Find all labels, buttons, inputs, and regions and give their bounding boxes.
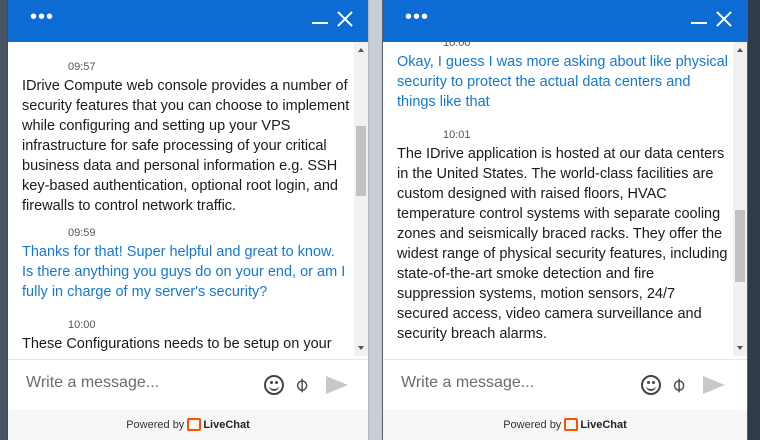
three-dots-icon[interactable]: ••• [405,7,429,27]
message-text: Okay, I guess I was more asking about li… [397,54,728,110]
message-text: Thanks for that! Super helpful and great… [22,244,346,300]
scroll-down-icon[interactable] [737,346,743,350]
send-icon[interactable] [326,376,348,394]
livechat-logo-icon [187,418,202,431]
close-icon[interactable] [715,10,733,28]
message: 09:57 IDrive Compute web console provide… [22,60,350,216]
minimize-icon[interactable] [691,10,707,24]
message-time: 09:57 [68,61,96,73]
message-text: The IDrive application is hosted at our … [397,146,728,342]
scrollbar-thumb[interactable] [356,126,366,196]
message-text: IDrive Compute web console provides a nu… [22,78,350,214]
powered-by-text: Powered by [503,419,562,431]
powered-by-text: Powered by [126,419,185,431]
scrollbar[interactable] [354,42,368,356]
message-list[interactable]: 10:00 Okay, I guess I was more asking ab… [383,42,733,356]
message-composer: Write a message... ⌀ [8,359,368,410]
message: 10:00 Okay, I guess I was more asking ab… [397,42,729,112]
emoji-icon[interactable] [264,375,284,395]
background-strip [748,0,760,440]
message: 10:01 The IDrive application is hosted a… [397,128,729,344]
brand-name: LiveChat [203,419,250,431]
message-time: 10:01 [443,129,471,141]
chat-widget-right: ••• 10:00 Okay, I guess I was more askin… [383,0,747,440]
close-icon[interactable] [336,10,354,28]
scrollbar[interactable] [733,42,747,356]
message: 10:00 These Configurations needs to be s… [22,318,350,354]
three-dots-icon[interactable]: ••• [30,7,54,27]
scroll-down-icon[interactable] [358,346,364,350]
message-composer: Write a message... ⌀ [383,359,747,410]
powered-by-footer[interactable]: Powered by LiveChat [8,410,368,440]
message-input[interactable]: Write a message... [26,374,159,392]
chat-header: ••• [8,0,368,42]
livechat-logo-icon [564,418,579,431]
message-time: 10:00 [443,42,471,49]
powered-by-footer[interactable]: Powered by LiveChat [383,410,747,440]
scrollbar-thumb[interactable] [735,210,745,282]
emoji-icon[interactable] [641,375,661,395]
brand-name: LiveChat [580,419,627,431]
scroll-up-icon[interactable] [737,48,743,52]
background-strip [0,0,8,440]
scroll-up-icon[interactable] [358,48,364,52]
chat-widget-left: ••• 09:57 IDrive Compute web console pro… [8,0,368,440]
paperclip-icon[interactable]: ⌀ [665,371,691,397]
message: 09:59 Thanks for that! Super helpful and… [22,226,350,302]
minimize-icon[interactable] [312,10,328,24]
paperclip-icon[interactable]: ⌀ [288,371,314,397]
message-time: 10:00 [68,319,96,331]
chat-header: ••• [383,0,747,42]
send-icon[interactable] [703,376,725,394]
message-list[interactable]: 09:57 IDrive Compute web console provide… [8,42,354,356]
message-input[interactable]: Write a message... [401,374,534,392]
background-strip [368,0,382,440]
message-text: These Configurations needs to be setup o… [22,336,332,352]
message-time: 09:59 [68,227,96,239]
